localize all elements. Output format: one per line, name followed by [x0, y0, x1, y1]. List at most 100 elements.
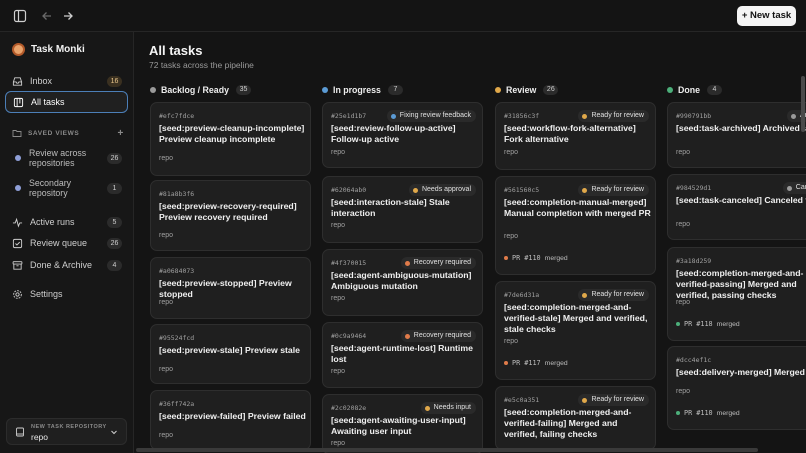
- task-id: #984529d1: [676, 184, 712, 192]
- pr-state: merged: [716, 320, 740, 328]
- task-repo: repo: [504, 338, 519, 345]
- status-dot-icon: [582, 113, 588, 119]
- activity-icon: [12, 217, 23, 228]
- task-id: #4f370015: [331, 259, 367, 267]
- task-repo: repo: [159, 232, 174, 239]
- new-task-repository-picker[interactable]: NEW TASK REPOSITORY repo: [6, 418, 127, 445]
- task-repo: repo: [676, 299, 691, 306]
- saved-view-count: 1: [107, 182, 122, 194]
- column-status-dot-icon: [150, 87, 156, 93]
- repository-icon: [16, 427, 24, 437]
- task-title: [seed:workflow-fork-alternative] Fork al…: [504, 123, 636, 144]
- top-bar: + New task: [0, 0, 806, 32]
- back-arrow-icon[interactable]: [40, 9, 54, 23]
- column-title: Backlog / Ready: [161, 85, 229, 95]
- task-card[interactable]: #0c9a9464 Recovery required [seed:agent-ru…: [322, 322, 483, 388]
- horizontal-scrollbar[interactable]: [136, 448, 758, 452]
- saved-view-secondary-repository[interactable]: Secondary repository 1: [5, 176, 128, 200]
- task-card[interactable]: #984529d1 Cance [seed:task-canceled] Cance…: [667, 174, 806, 240]
- task-repo: repo: [159, 299, 174, 306]
- add-saved-view-icon[interactable]: +: [118, 128, 124, 139]
- task-card[interactable]: #e5c0a351 Ready for review [seed:completio…: [495, 386, 656, 450]
- task-title: [seed:preview-stale] Preview stale: [159, 345, 300, 355]
- status-badge: Needs approval: [408, 184, 476, 196]
- task-id: #7de6d31a: [504, 291, 540, 299]
- inbox-count-badge: 16: [107, 75, 122, 87]
- sidebar-item-label: Settings: [30, 289, 63, 299]
- task-card[interactable]: #25e1d1b7 Fixing review feedback [seed:rev…: [322, 102, 483, 168]
- pr-number: PR #118: [684, 320, 713, 328]
- task-card[interactable]: #990791bbArchi[seed:task-archived] Archi…: [667, 102, 806, 168]
- status-badge: Needs input: [420, 402, 476, 414]
- pr-number: PR #117: [512, 359, 541, 367]
- sidebar-item-done-archive[interactable]: Done & Archive 4: [5, 254, 128, 276]
- task-card[interactable]: #efc7fdce [seed:preview-cleanup-incomplet…: [150, 102, 311, 176]
- task-card[interactable]: #36ff742a [seed:preview-failed] Preview f…: [150, 390, 311, 450]
- task-card[interactable]: #3a18d259 [seed:completion-merged-and-ver…: [667, 247, 806, 341]
- task-card[interactable]: #95524fcd [seed:preview-stale] Preview st…: [150, 324, 311, 384]
- sidebar-item-label: Review queue: [30, 238, 88, 248]
- status-dot-icon: [582, 187, 588, 193]
- saved-view-count: 26: [107, 152, 122, 164]
- task-id: #dcc4ef1c: [676, 356, 712, 364]
- task-id: #81a8b3f6: [159, 190, 195, 198]
- task-title: [seed:interaction-stale] Stale interacti…: [331, 197, 450, 218]
- column-count: 35: [235, 85, 251, 95]
- pull-request-status[interactable]: PR #110 merged: [676, 409, 740, 417]
- vertical-scrollbar[interactable]: [801, 76, 805, 132]
- saved-view-review-across-repositories[interactable]: Review across repositories 26: [5, 146, 128, 170]
- task-repo: repo: [331, 440, 346, 447]
- pr-status-dot-icon: [504, 361, 508, 365]
- pr-status-dot-icon: [676, 411, 680, 415]
- task-repo: repo: [676, 149, 691, 156]
- saved-view-label: Review across repositories: [29, 148, 87, 168]
- task-title: [seed:preview-failed] Preview failed: [159, 411, 306, 421]
- task-id: #25e1d1b7: [331, 112, 367, 120]
- forward-arrow-icon[interactable]: [61, 9, 75, 23]
- status-badge: Fixing review feedback: [386, 110, 476, 122]
- task-repo: repo: [504, 149, 519, 156]
- task-title: [seed:preview-stopped] Preview stopped: [159, 278, 292, 299]
- task-card[interactable]: #4f370015 Recovery required [seed:agent-am…: [322, 249, 483, 316]
- task-card[interactable]: #dcc4ef1c [seed:delivery-merged] Merged P…: [667, 346, 806, 430]
- task-card[interactable]: #62064ab0 Needs approval [seed:interaction…: [322, 176, 483, 243]
- folder-icon: [12, 130, 22, 137]
- sidebar-item-label: Inbox: [30, 76, 53, 86]
- task-card[interactable]: #a0684073 [seed:preview-stopped] Preview …: [150, 257, 311, 319]
- pull-request-status[interactable]: PR #117 merged: [504, 359, 568, 367]
- task-card[interactable]: #2c02082e Needs input [seed:agent-awaiting…: [322, 394, 483, 453]
- pull-request-status[interactable]: PR #110 merged: [504, 254, 568, 262]
- saved-view-label: Secondary repository: [29, 178, 72, 198]
- task-card[interactable]: #561560c5 Ready for review [seed:completio…: [495, 176, 656, 275]
- board-icon: [13, 97, 24, 107]
- task-repo: repo: [331, 149, 346, 156]
- sidebar-toggle-icon[interactable]: [13, 9, 27, 23]
- status-badge-label: Ready for review: [591, 112, 644, 119]
- sidebar-item-inbox[interactable]: Inbox 16: [5, 70, 128, 92]
- repo-picker-value: repo: [31, 432, 49, 442]
- status-dot-icon: [404, 260, 410, 266]
- task-card[interactable]: #31856c3f Ready for review [seed:workflow-…: [495, 102, 656, 170]
- task-repo: repo: [159, 366, 174, 373]
- task-title: [seed:agent-runtime-lost] Runtime lost: [331, 343, 473, 364]
- new-task-button[interactable]: + New task: [737, 6, 796, 26]
- sidebar-item-all-tasks[interactable]: All tasks: [5, 91, 128, 113]
- page-title: All tasks: [149, 43, 203, 58]
- sidebar-item-settings[interactable]: Settings: [5, 283, 128, 305]
- task-title: [seed:task-canceled] Canceled task: [676, 195, 806, 205]
- status-badge-label: Ready for review: [591, 291, 644, 298]
- pull-request-status[interactable]: PR #118 merged: [676, 320, 740, 328]
- pr-state: merged: [716, 409, 740, 417]
- brand-name: Task Monki: [31, 43, 85, 55]
- status-dot-icon: [582, 292, 588, 298]
- task-card[interactable]: #81a8b3f6 [seed:preview-recovery-required…: [150, 180, 311, 251]
- pr-number: PR #110: [684, 409, 713, 417]
- task-id: #3a18d259: [676, 257, 712, 265]
- sidebar-item-review-queue[interactable]: Review queue 26: [5, 232, 128, 254]
- status-badge-label: Recovery required: [413, 332, 471, 339]
- task-card[interactable]: #7de6d31a Ready for review [seed:completio…: [495, 281, 656, 380]
- sidebar-item-active-runs[interactable]: Active runs 5: [5, 211, 128, 233]
- task-id: #36ff742a: [159, 400, 195, 408]
- task-title: [seed:completion-merged-and-verified-fai…: [504, 407, 632, 439]
- task-title: [seed:preview-recovery-required] Preview…: [159, 201, 297, 222]
